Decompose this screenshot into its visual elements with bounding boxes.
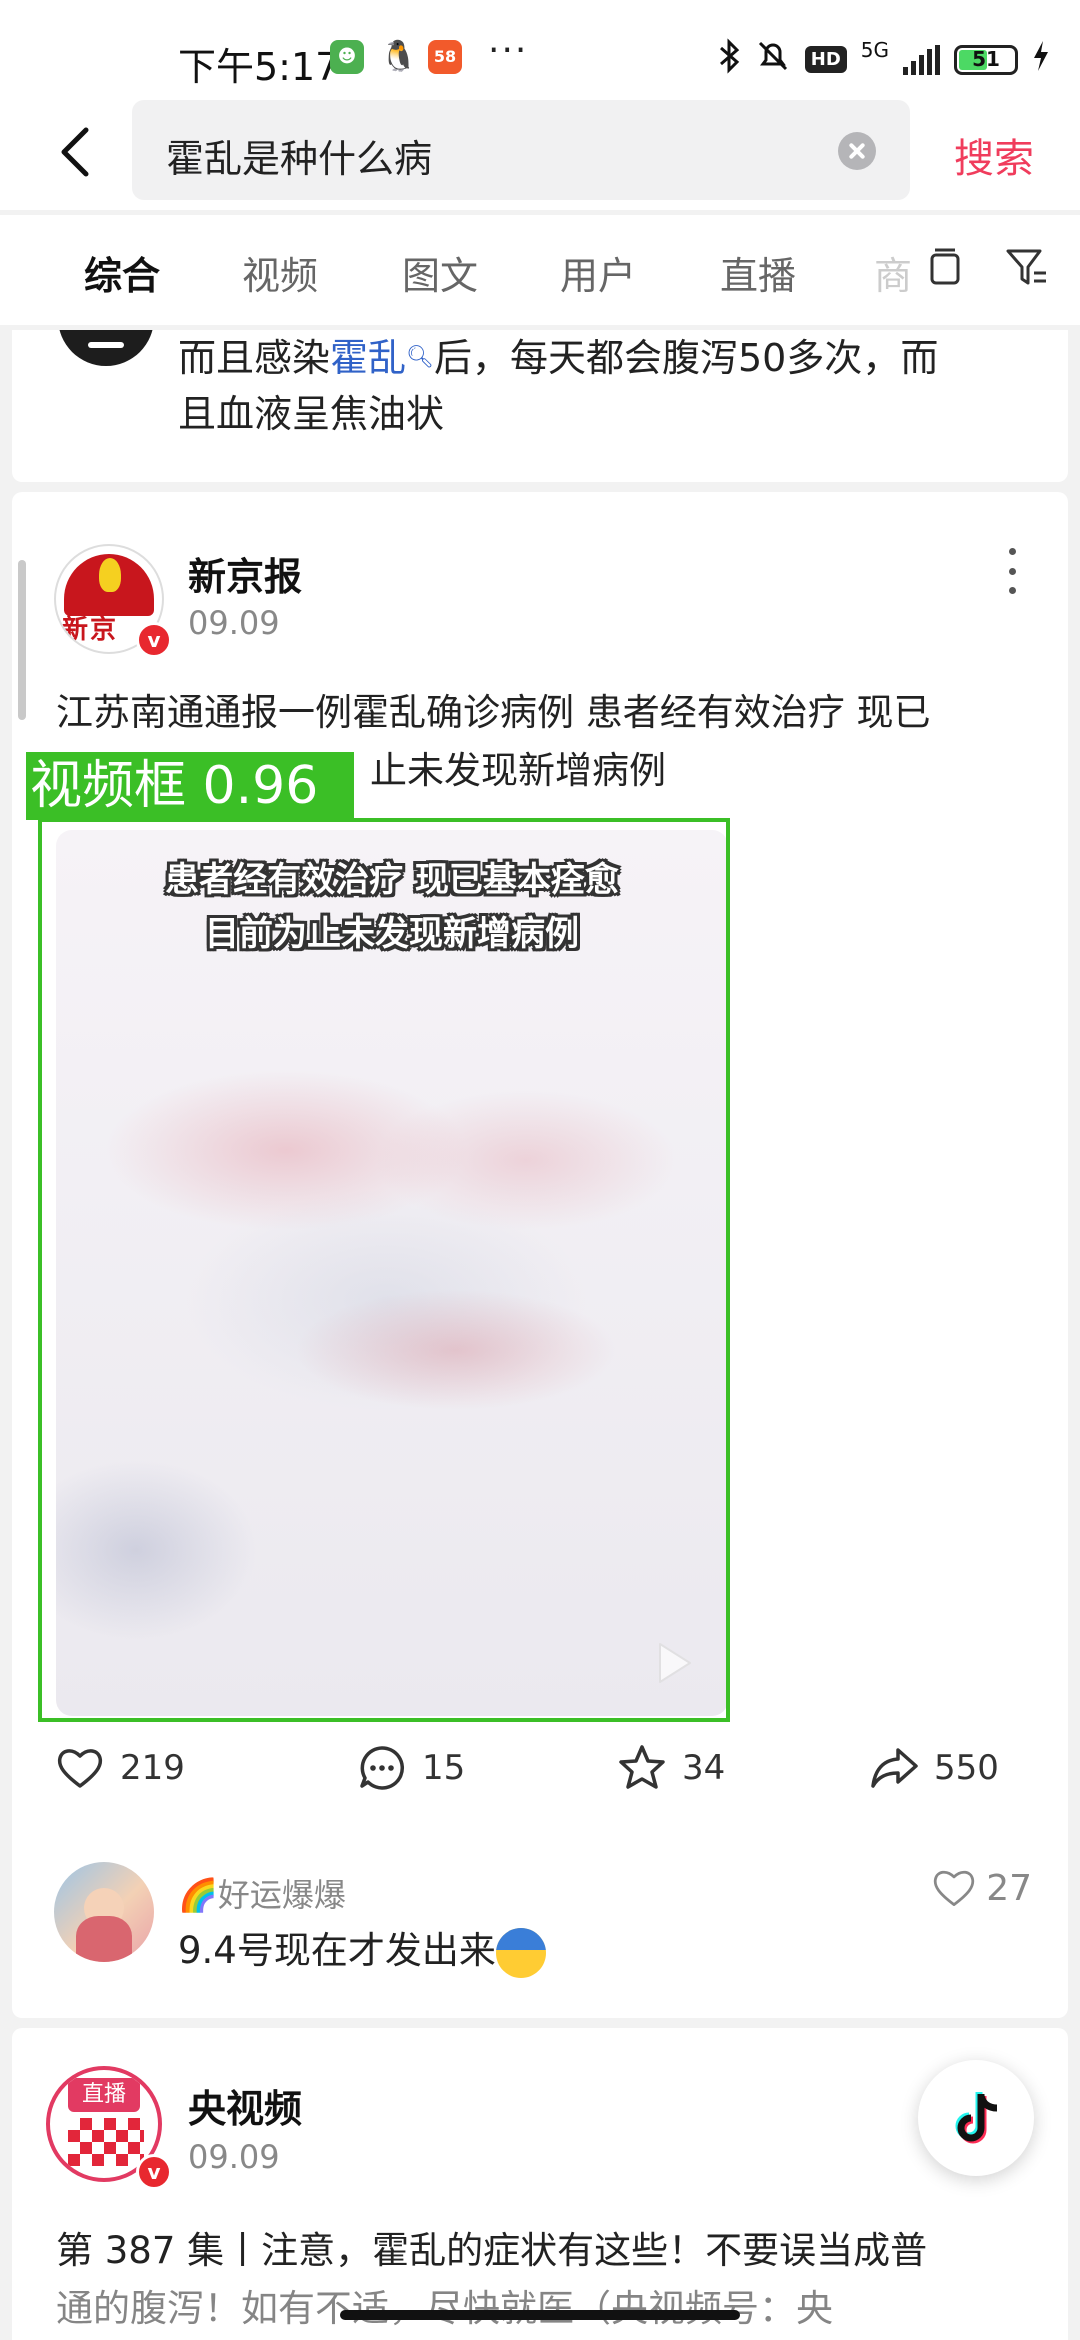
tab-bar: 综合 视频 图文 用户 直播 商 — [0, 215, 1080, 325]
clear-icon[interactable] — [838, 132, 876, 170]
avatar[interactable] — [58, 330, 154, 366]
status-bar: 下午5:17 ☻ 🐧 58 ··· HD 5G 51 — [0, 0, 1080, 110]
tiktok-icon — [955, 2092, 998, 2144]
like-button[interactable]: 219 — [54, 1742, 185, 1794]
share-count: 550 — [934, 1748, 999, 1788]
comment-like-count: 27 — [986, 1867, 1032, 1909]
tiktok-button[interactable] — [918, 2060, 1034, 2176]
network-label: 5G — [860, 38, 889, 62]
keyword-link[interactable]: 霍乱 — [330, 336, 406, 380]
prev-post-text-end: 后，每天都会腹泻50多次，而 — [433, 336, 939, 380]
search-button[interactable]: 搜索 — [954, 126, 1034, 184]
comment-button[interactable]: 15 — [356, 1742, 465, 1794]
more-notifications-icon: ··· — [488, 30, 529, 71]
comment-text[interactable]: 9.4号现在才发出来 — [178, 1920, 546, 1978]
comment-text-body: 9.4号现在才发出来 — [178, 1929, 496, 1972]
verified-icon: v — [136, 2154, 172, 2190]
wechat-notification-icon: ☻ — [330, 40, 364, 74]
battery-level: 51 — [972, 46, 1000, 71]
charging-icon — [1032, 41, 1050, 78]
avatar-logo-text: 新京 — [62, 615, 119, 645]
post-actions: 219 15 34 550 — [12, 1742, 1068, 1802]
filter-icon[interactable] — [1004, 245, 1050, 291]
prev-post-text-start: 而且感染 — [178, 336, 331, 380]
signal-icon — [903, 44, 940, 75]
comment-icon — [360, 1746, 405, 1790]
qq-notification-icon: 🐧 — [380, 39, 418, 74]
post-text-line1: 江苏南通通报一例霍乱确诊病例 患者经有效治疗 现已 — [56, 691, 931, 734]
favorite-button[interactable]: 34 — [616, 1742, 725, 1794]
verified-icon: v — [136, 622, 172, 658]
live-badge: 直播 — [68, 2078, 140, 2112]
tab-image-text[interactable]: 图文 — [402, 245, 478, 300]
back-icon[interactable] — [48, 122, 108, 182]
hd-badge: HD — [804, 46, 847, 73]
scrollbar[interactable] — [18, 560, 26, 720]
post-date: 09.09 — [188, 604, 280, 642]
status-right: HD 5G 51 — [717, 38, 1050, 81]
mute-bell-icon — [755, 38, 791, 81]
heart-icon — [57, 1749, 103, 1788]
share-icon — [871, 1748, 918, 1788]
prev-post-text[interactable]: 而且感染霍乱🔍︎后，每天都会腹泻50多次，而 且血液呈焦油状 — [178, 330, 1028, 442]
share-button[interactable]: 550 — [868, 1742, 999, 1794]
tab-comprehensive[interactable]: 综合 — [84, 245, 160, 300]
search-input[interactable]: 霍乱是种什么病 — [132, 100, 910, 200]
tab-video[interactable]: 视频 — [242, 245, 318, 300]
home-indicator[interactable] — [340, 2310, 740, 2320]
post-text[interactable]: 第 387 集丨注意，霍乱的症状有这些！不要误当成普 — [56, 2222, 1046, 2280]
author-name[interactable]: 央视频 — [188, 2078, 302, 2133]
app-58-notification-icon: 58 — [428, 40, 462, 74]
battery-icon: 51 — [954, 44, 1018, 75]
prev-post-card[interactable]: 而且感染霍乱🔍︎后，每天都会腹泻50多次，而 且血液呈焦油状 — [12, 330, 1068, 482]
like-count: 219 — [120, 1748, 185, 1788]
bluetooth-icon — [717, 38, 741, 81]
author-name[interactable]: 新京报 — [188, 546, 302, 601]
post-text-line2[interactable]: 通的腹泻！如有不适，尽快就医（央视频号：央 — [56, 2280, 1046, 2338]
status-time: 下午5:17 — [178, 45, 340, 89]
comment-like-button[interactable]: 27 — [930, 1864, 1032, 1912]
post-date: 09.09 — [188, 2138, 280, 2176]
more-icon[interactable] — [1002, 548, 1022, 594]
prev-post-text-line2: 且血液呈焦油状 — [178, 392, 445, 436]
commenter-name[interactable]: 🌈好运爆爆 — [178, 1870, 346, 1916]
star-icon — [619, 1745, 665, 1789]
search-query[interactable]: 霍乱是种什么病 — [166, 128, 432, 183]
tab-shop[interactable]: 商 — [874, 245, 914, 300]
copy-icon[interactable] — [922, 245, 968, 291]
favorite-count: 34 — [682, 1748, 726, 1788]
comment-count: 15 — [422, 1748, 466, 1788]
detection-label: 视频框 0.96 — [26, 752, 354, 820]
search-mini-icon: 🔍︎ — [406, 345, 434, 370]
emoji-icon — [495, 1927, 546, 1978]
next-post-card[interactable]: 直播 v 央视频 09.09 第 387 集丨注意，霍乱的症状有这些！不要误当成… — [12, 2028, 1068, 2340]
heart-icon — [934, 1870, 975, 1906]
search-header: 霍乱是种什么病 搜索 — [0, 100, 1080, 210]
tab-live[interactable]: 直播 — [720, 245, 796, 300]
tab-users[interactable]: 用户 — [560, 245, 636, 300]
commenter-avatar[interactable] — [54, 1862, 154, 1962]
detection-box — [38, 818, 730, 1722]
